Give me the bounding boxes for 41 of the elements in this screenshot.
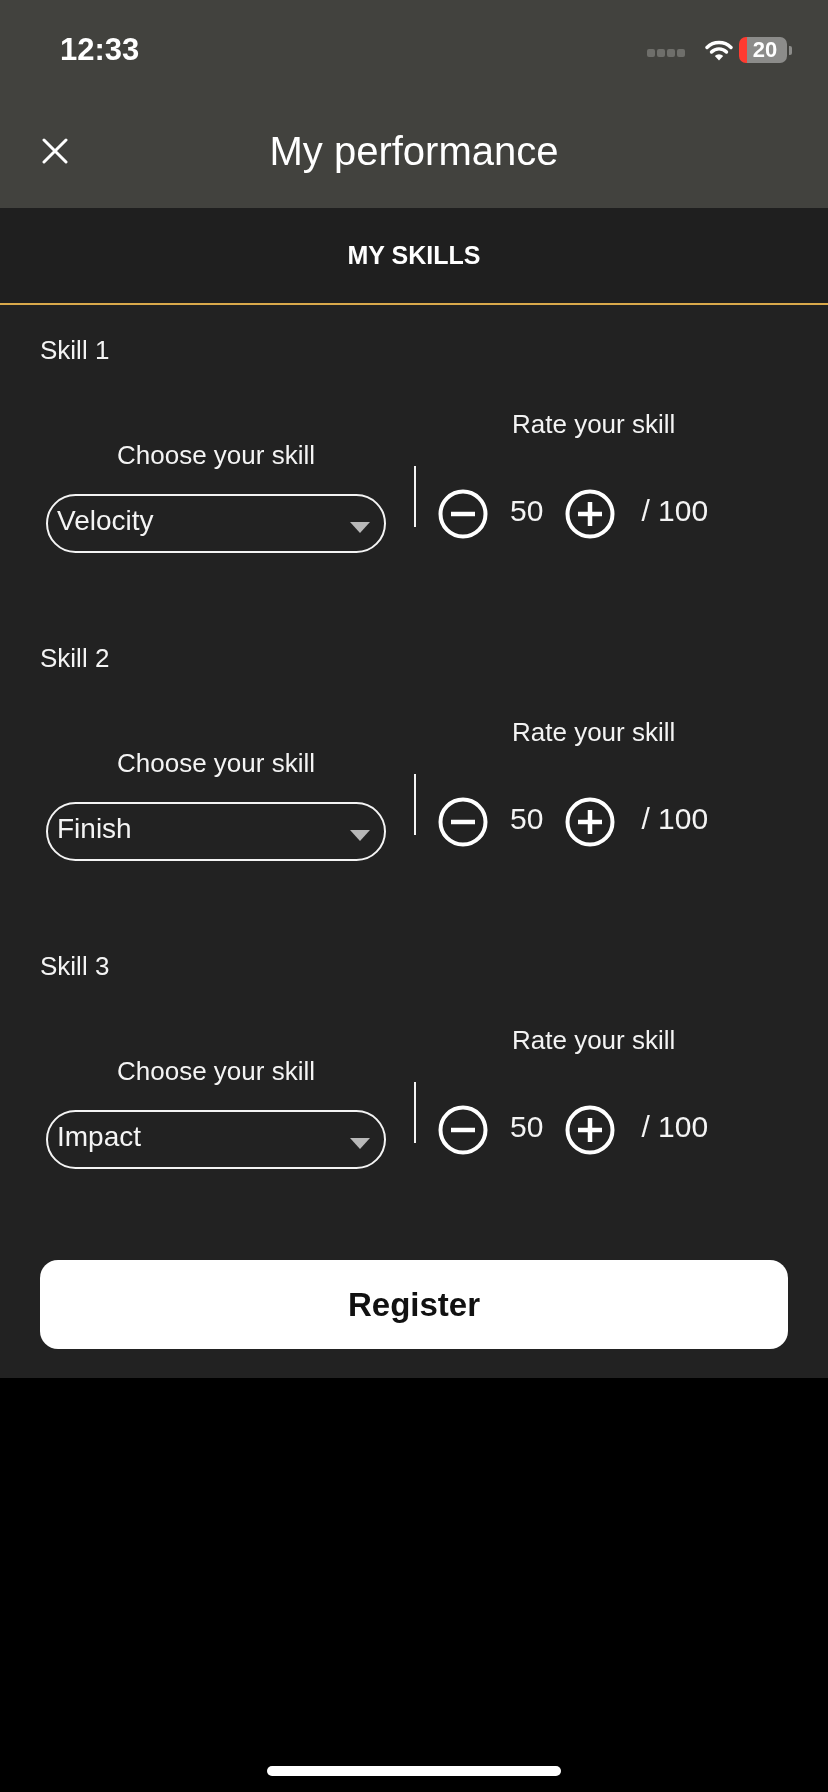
close-icon xyxy=(42,138,68,164)
choose-label: Choose your skill xyxy=(117,748,315,778)
choose-label: Choose your skill xyxy=(117,1056,315,1086)
close-button[interactable] xyxy=(42,138,68,164)
choose-label: Choose your skill xyxy=(117,440,315,470)
decrease-button[interactable] xyxy=(438,489,488,539)
skill-label: Skill 3 xyxy=(40,951,110,981)
battery-percentage: 20 xyxy=(739,37,787,63)
increase-button[interactable] xyxy=(565,797,616,847)
register-button[interactable]: Register xyxy=(40,1260,788,1349)
minus-icon xyxy=(438,797,488,847)
decrease-button[interactable] xyxy=(438,797,488,847)
caret-icon xyxy=(350,1138,370,1149)
skill-dropdown[interactable]: Velocity xyxy=(46,494,386,553)
rate-label: Rate your skill xyxy=(512,717,676,747)
rating-max: / 100 xyxy=(641,494,709,528)
status-time: 12:33 xyxy=(60,32,140,68)
decrease-button[interactable] xyxy=(438,1105,488,1155)
signal-icon xyxy=(647,49,685,57)
rating-value: 50 xyxy=(510,802,544,836)
minus-icon xyxy=(438,489,488,539)
rating-value: 50 xyxy=(510,494,544,528)
rating-max: / 100 xyxy=(641,802,709,836)
skill-dropdown[interactable]: Impact xyxy=(46,1110,386,1169)
plus-icon xyxy=(565,1105,616,1155)
caret-icon xyxy=(350,830,370,841)
skill-label: Skill 2 xyxy=(40,643,110,673)
rate-label: Rate your skill xyxy=(512,1025,676,1055)
rating-max: / 100 xyxy=(641,1110,709,1144)
caret-icon xyxy=(350,522,370,533)
rate-label: Rate your skill xyxy=(512,409,676,439)
plus-icon xyxy=(565,489,616,539)
increase-button[interactable] xyxy=(565,489,616,539)
plus-icon xyxy=(565,797,616,847)
skill-dropdown[interactable]: Finish xyxy=(46,802,386,861)
minus-icon xyxy=(438,1105,488,1155)
skill-label: Skill 1 xyxy=(40,335,110,365)
wifi-icon xyxy=(705,39,733,61)
page-title: My performance xyxy=(269,128,559,174)
rating-value: 50 xyxy=(510,1110,544,1144)
increase-button[interactable] xyxy=(565,1105,616,1155)
